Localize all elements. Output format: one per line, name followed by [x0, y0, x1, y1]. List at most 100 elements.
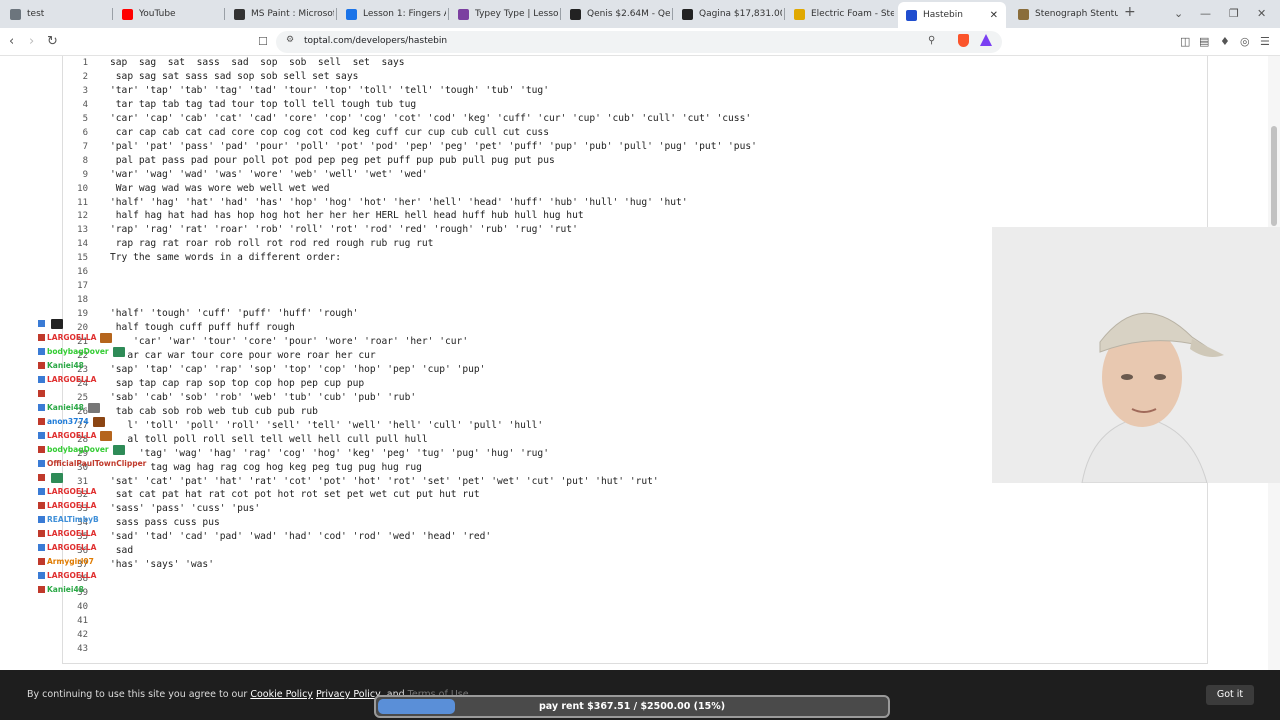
code-line[interactable]: 'sad' 'tad' 'cad' 'pad' 'wad' 'had' 'cod…	[110, 531, 491, 542]
cookie-policy-link[interactable]: Cookie Policy	[250, 689, 313, 700]
line-number: 17	[77, 281, 88, 292]
line-number: 29	[77, 448, 88, 459]
line-number: 1	[82, 58, 88, 68]
line-number: 12	[77, 211, 88, 222]
code-line[interactable]: 'half' 'hag' 'hat' 'had' 'has' 'hop' 'ho…	[110, 197, 688, 208]
code-line[interactable]: sap tap cap rap sop top cop hop pep cup …	[110, 378, 364, 389]
lesson-icon	[346, 8, 357, 20]
code-line[interactable]: l' 'toll' 'poll' 'roll' 'sell' 'tell' 'w…	[110, 420, 543, 431]
code-line[interactable]: sad	[110, 545, 133, 556]
line-number: 22	[77, 350, 88, 361]
code-line[interactable]: al toll poll roll sell tell well hell cu…	[110, 434, 427, 445]
code-line[interactable]: 'sat' 'cat' 'pat' 'hat' 'rat' 'cot' 'pot…	[110, 476, 659, 487]
back-icon[interactable]: ‹	[9, 34, 14, 49]
tab-separator	[448, 8, 449, 20]
tab-6[interactable]: Qagina $17,831.00 - Q	[674, 3, 782, 25]
line-number: 33	[77, 504, 88, 515]
code-line[interactable]: sap sag sat sass sad sop sob sell set sa…	[110, 71, 359, 82]
zoom-icon[interactable]: ⚲	[928, 35, 935, 46]
tab-5[interactable]: Qenis $2.64M - Qeni	[562, 3, 670, 25]
code-line[interactable]: 'sap' 'tap' 'cap' 'rap' 'sop' 'top' 'cop…	[110, 364, 485, 375]
line-number: 4	[82, 99, 88, 110]
code-line[interactable]: sap sag sat sass sad sop sob sell set sa…	[110, 57, 405, 68]
code-line[interactable]: half hag hat had has hop hog hot her her…	[110, 210, 584, 221]
reload-icon[interactable]: ↻	[47, 34, 58, 49]
code-line[interactable]: rap rag rat roar rob roll rot rod red ro…	[110, 238, 434, 249]
vpn-icon[interactable]: ◎	[1240, 35, 1250, 48]
address-input[interactable]: ⚙ toptal.com/developers/hastebin ⚲	[276, 31, 1002, 53]
line-number: 25	[77, 392, 88, 403]
code-line[interactable]: 'sass' 'pass' 'cuss' 'pus'	[110, 503, 260, 514]
extensions-icon[interactable]: ♦	[1220, 35, 1230, 48]
line-number: 28	[77, 434, 88, 445]
got-it-button[interactable]: Got it	[1206, 685, 1254, 705]
code-line[interactable]: War wag wad was wore web well wet wed	[110, 183, 330, 194]
new-tab-icon[interactable]: +	[1124, 4, 1136, 20]
code-line[interactable]: 'tag' 'wag' 'hag' 'rag' 'cog' 'hog' 'keg…	[110, 448, 549, 459]
tab-4[interactable]: Typey Type | Lesson: C	[450, 3, 558, 25]
line-number: 23	[77, 364, 88, 375]
line-number: 20	[77, 323, 88, 334]
forward-icon[interactable]: ›	[29, 34, 34, 49]
code-line[interactable]: 'pal' 'pat' 'pass' 'pad' 'pour' 'poll' '…	[110, 141, 757, 152]
code-line[interactable]: 'rap' 'rag' 'rat' 'roar' 'rob' 'roll' 'r…	[110, 224, 578, 235]
code-line[interactable]: tar tap tab tag tad tour top toll tell t…	[110, 99, 416, 110]
code-line[interactable]: car cap cab cat cad core cop cog cot cod…	[110, 127, 549, 138]
line-number: 15	[77, 253, 88, 264]
code-line[interactable]: Try the same words in a different order:	[110, 252, 341, 263]
close-window-icon[interactable]: ✕	[1257, 7, 1266, 20]
sidebar-icon[interactable]: ◫	[1180, 35, 1190, 48]
app-icon	[682, 8, 693, 20]
close-tab-icon[interactable]: ✕	[990, 10, 998, 21]
code-line[interactable]: tab cab sob rob web tub cub pub rub	[110, 406, 318, 417]
tab-title: Electric Foam - Steno	[811, 9, 894, 19]
line-number: 26	[77, 406, 88, 417]
rewards-icon[interactable]	[980, 34, 992, 46]
site-settings-icon[interactable]: ⚙	[286, 35, 294, 45]
code-line[interactable]: half tough cuff puff huff rough	[110, 322, 295, 333]
keyboard-icon	[458, 8, 469, 20]
tab-1[interactable]: YouTube	[114, 3, 222, 25]
code-line[interactable]: sass pass cuss pus	[110, 517, 220, 528]
tab-title: Stenograph Stentura 2	[1035, 9, 1118, 19]
tab-title: test	[27, 9, 45, 19]
tab-7[interactable]: Electric Foam - Steno	[786, 3, 894, 25]
code-line[interactable]: pal pat pass pad pour poll pot pod pep p…	[110, 155, 555, 166]
tab-8[interactable]: Hastebin ✕	[898, 2, 1006, 28]
tab-2[interactable]: MS Paint : Microsoft P	[226, 3, 334, 25]
line-number: 19	[77, 309, 88, 320]
restore-icon[interactable]: ❐	[1229, 7, 1239, 20]
tab-title: Qagina $17,831.00 - Q	[699, 9, 782, 19]
shield-icon[interactable]	[958, 34, 969, 47]
line-number: 40	[77, 602, 88, 613]
globe-icon	[10, 8, 21, 20]
scrollbar-thumb[interactable]	[1271, 126, 1277, 226]
wallet-icon[interactable]: ▤	[1199, 35, 1209, 48]
code-line[interactable]: 'half' 'tough' 'cuff' 'puff' 'huff' 'rou…	[110, 308, 358, 319]
code-line[interactable]: 'sab' 'cab' 'sob' 'rob' 'web' 'tub' 'cub…	[110, 392, 416, 403]
code-line[interactable]: 'war' 'wag' 'wad' 'was' 'wore' 'web' 'we…	[110, 169, 428, 180]
code-line[interactable]: sat cat pat hat rat cot pot hot rot set …	[110, 489, 480, 500]
bookmark-icon[interactable]: ☐	[258, 35, 268, 48]
line-number: 41	[77, 616, 88, 626]
goal-label: pay rent $367.51 / $2500.00 (15%)	[538, 701, 726, 712]
code-line[interactable]: 'tar' 'tap' 'tab' 'tag' 'tad' 'tour' 'to…	[110, 85, 549, 96]
code-line[interactable]: 'car' 'cap' 'cab' 'cat' 'cad' 'core' 'co…	[110, 113, 751, 124]
tab-3[interactable]: Lesson 1: Fingers And	[338, 3, 446, 25]
line-number: 8	[82, 155, 88, 166]
tab-0[interactable]: test	[2, 3, 110, 25]
line-number: 2	[82, 71, 88, 82]
tab-title: Lesson 1: Fingers And	[363, 9, 446, 19]
code-line[interactable]: tag wag hag rag cog hog keg peg tug pug …	[110, 462, 421, 473]
privacy-policy-link[interactable]: Privacy Policy	[316, 689, 381, 700]
tab-9[interactable]: Stenograph Stentura 2	[1010, 3, 1118, 25]
line-number: 6	[82, 127, 88, 138]
menu-icon[interactable]: ☰	[1260, 35, 1270, 48]
tab-title: YouTube	[139, 9, 176, 19]
code-line[interactable]: 'has' 'says' 'was'	[110, 559, 214, 570]
code-line[interactable]: 'car' 'war' 'tour' 'core' 'pour' 'wore' …	[110, 336, 468, 347]
tab-search-icon[interactable]: ⌄	[1174, 7, 1183, 20]
minimize-icon[interactable]: —	[1200, 7, 1211, 20]
code-line[interactable]: ar car war tour core pour wore roar her …	[110, 350, 375, 361]
toptal-icon	[906, 9, 917, 21]
